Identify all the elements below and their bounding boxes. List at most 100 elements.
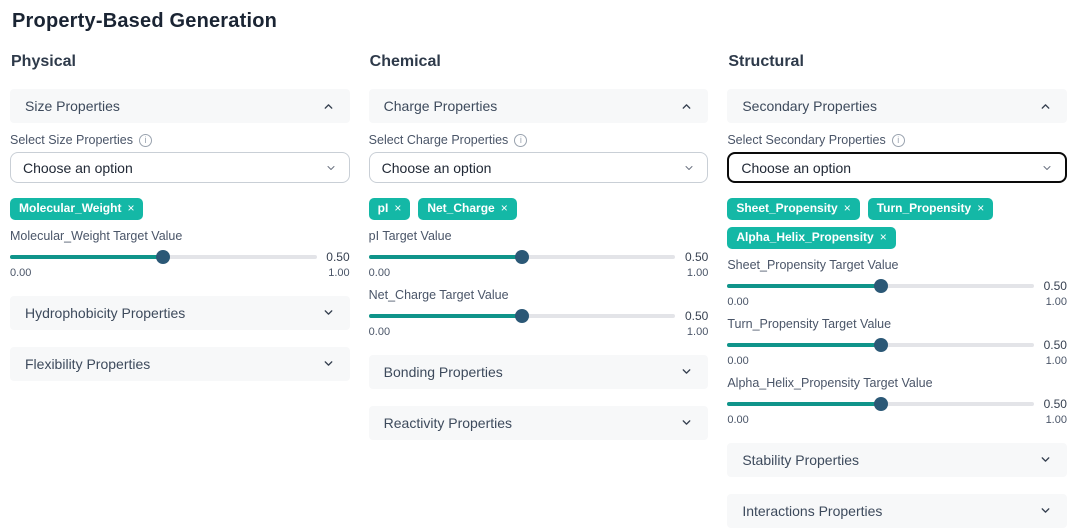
info-icon[interactable]: i	[891, 133, 905, 147]
slider-label: Sheet_Propensity Target Value	[727, 257, 899, 272]
slider-value: 0.50	[684, 249, 709, 264]
slider-track[interactable]	[10, 249, 317, 264]
slider-minmax: 0.00 1.00	[369, 267, 709, 279]
slider-minmax: 0.00 1.00	[369, 326, 709, 338]
slider-track[interactable]	[368, 308, 676, 323]
accordion-interactions-properties[interactable]: Interactions Properties	[727, 493, 1067, 528]
select-value: Choose an option	[381, 159, 492, 176]
slider-min: 0.00	[368, 266, 391, 279]
page-title: Property-Based Generation	[12, 10, 278, 32]
slider-label: Net_Charge Target Value	[368, 287, 509, 302]
slider-sheet-propensity[interactable]: 0.50	[727, 278, 1067, 293]
slider-max: 1.00	[686, 325, 709, 338]
slider-fill	[727, 337, 888, 352]
tag-remove-icon[interactable]: ×	[127, 201, 134, 216]
slider-label: pI Target Value	[368, 228, 452, 243]
tag-remove-icon[interactable]: ×	[977, 201, 984, 216]
accordion-title: Bonding Properties	[383, 363, 503, 380]
tag-remove-icon[interactable]: ×	[844, 201, 851, 216]
slider-handle[interactable]	[873, 396, 888, 411]
accordion-charge-properties[interactable]: Charge Properties	[368, 89, 709, 123]
chevron-up-icon	[1039, 100, 1052, 113]
tag-label: Net_Charge	[427, 201, 495, 215]
info-icon[interactable]: i	[514, 133, 528, 147]
select-size-properties[interactable]: Choose an option	[10, 152, 350, 183]
column-heading-physical: Physical	[11, 53, 76, 70]
accordion-flexibility-properties[interactable]: Flexibility Properties	[10, 346, 350, 381]
accordion-size-properties[interactable]: Size Properties	[10, 89, 350, 123]
accordion-hydrophobicity-properties[interactable]: Hydrophobicity Properties	[10, 295, 350, 330]
tag-molecular-weight: Molecular_Weight ×	[10, 198, 144, 220]
chevron-down-icon	[1039, 453, 1052, 466]
slider-min: 0.00	[727, 354, 749, 367]
tag-label: Sheet_Propensity	[736, 201, 838, 215]
tag-label: Alpha_Helix_Propensity	[736, 229, 874, 244]
slider-track[interactable]	[727, 396, 1034, 411]
slider-min: 0.00	[368, 325, 391, 338]
select-value: Choose an option	[23, 159, 133, 176]
select-label-text: Select Charge Properties	[368, 133, 509, 147]
slider-handle[interactable]	[873, 337, 888, 352]
select-label-text: Select Secondary Properties	[727, 133, 886, 147]
slider-minmax: 0.00 1.00	[727, 414, 1067, 426]
select-charge-properties[interactable]: Choose an option	[368, 152, 709, 183]
slider-turn-propensity[interactable]: 0.50	[727, 337, 1067, 352]
column-structural: Structural Secondary Properties Select S…	[727, 53, 1067, 528]
slider-handle[interactable]	[873, 278, 888, 293]
accordion-title: Secondary Properties	[742, 98, 877, 114]
slider-min: 0.00	[727, 413, 749, 426]
slider-handle[interactable]	[514, 249, 529, 264]
columns-container: Physical Size Properties Select Size Pro…	[10, 53, 1067, 528]
slider-max: 1.00	[1045, 295, 1067, 308]
slider-handle[interactable]	[514, 308, 529, 323]
slider-value: 0.50	[684, 308, 709, 323]
accordion-reactivity-properties[interactable]: Reactivity Properties	[368, 405, 709, 440]
slider-minmax: 0.00 1.00	[727, 296, 1067, 308]
info-icon[interactable]: i	[138, 133, 152, 147]
slider-track[interactable]	[368, 249, 676, 264]
tag-turn-propensity: Turn_Propensity ×	[867, 198, 994, 220]
column-heading-chemical: Chemical	[369, 53, 441, 70]
select-label-text: Select Size Properties	[10, 133, 133, 147]
select-value: Choose an option	[741, 159, 852, 176]
slider-min: 0.00	[10, 266, 32, 279]
tag-remove-icon[interactable]: ×	[880, 230, 887, 245]
slider-fill	[727, 278, 888, 293]
slider-track[interactable]	[727, 278, 1034, 293]
slider-pi[interactable]: 0.50	[368, 249, 709, 264]
select-label-size: Select Size Properties i	[10, 133, 350, 147]
select-secondary-properties[interactable]: Choose an option	[727, 152, 1067, 183]
slider-value: 0.50	[1043, 396, 1067, 411]
selected-tags: pI × Net_Charge ×	[368, 198, 709, 220]
slider-fill	[368, 249, 529, 264]
accordion-title: Hydrophobicity Properties	[25, 304, 186, 321]
accordion-title: Flexibility Properties	[25, 355, 151, 372]
tag-net-charge: Net_Charge ×	[418, 198, 517, 220]
slider-fill	[727, 396, 888, 411]
slider-net-charge[interactable]: 0.50	[368, 308, 709, 323]
chevron-down-icon	[322, 306, 335, 319]
tag-label: pI	[377, 201, 389, 215]
slider-molecular-weight[interactable]: 0.50	[10, 249, 350, 264]
select-label-secondary: Select Secondary Properties i	[727, 133, 1067, 147]
column-chemical: Chemical Charge Properties Select Charge…	[368, 53, 709, 528]
accordion-title: Stability Properties	[742, 451, 860, 468]
slider-minmax: 0.00 1.00	[10, 267, 350, 279]
accordion-stability-properties[interactable]: Stability Properties	[727, 442, 1067, 477]
slider-track[interactable]	[727, 337, 1034, 352]
accordion-bonding-properties[interactable]: Bonding Properties	[368, 354, 709, 389]
tag-remove-icon[interactable]: ×	[394, 201, 401, 216]
slider-label: Turn_Propensity Target Value	[727, 316, 892, 331]
accordion-title: Interactions Properties	[742, 502, 883, 519]
slider-minmax: 0.00 1.00	[727, 355, 1067, 367]
chevron-down-icon	[680, 416, 693, 429]
tag-label: Molecular_Weight	[19, 201, 122, 215]
chevron-up-icon	[322, 100, 335, 113]
slider-handle[interactable]	[156, 249, 171, 264]
slider-max: 1.00	[686, 266, 709, 279]
accordion-secondary-properties[interactable]: Secondary Properties	[727, 89, 1067, 123]
chevron-down-icon	[680, 365, 693, 378]
slider-alpha-helix-propensity[interactable]: 0.50	[727, 396, 1067, 411]
chevron-down-icon	[1041, 162, 1053, 174]
tag-remove-icon[interactable]: ×	[501, 201, 508, 216]
